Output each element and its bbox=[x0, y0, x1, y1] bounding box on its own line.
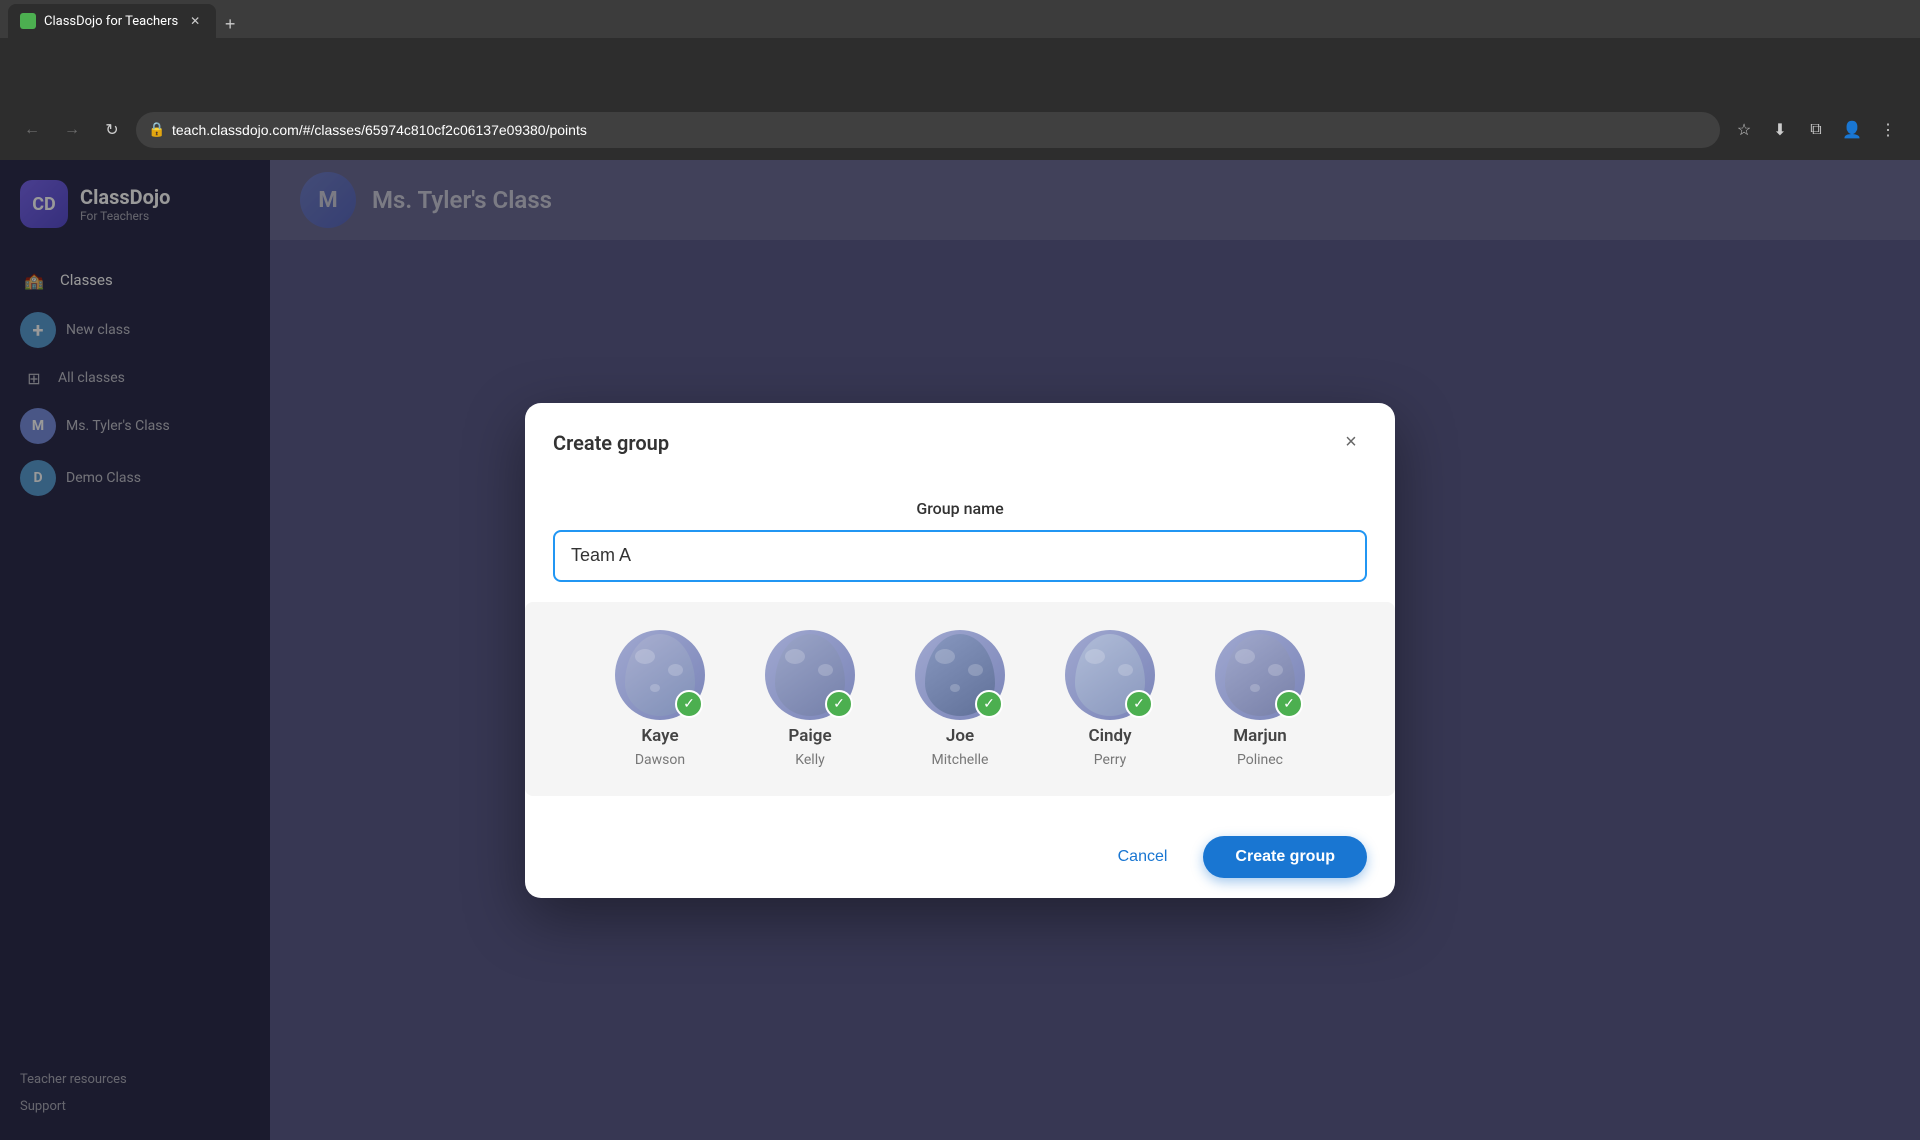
member-card-joe[interactable]: ✓ Joe Mitchelle bbox=[900, 630, 1020, 768]
marjun-avatar-container: ✓ bbox=[1215, 630, 1305, 720]
address-input[interactable] bbox=[136, 112, 1720, 148]
member-card-kaye[interactable]: ✓ Kaye Dawson bbox=[600, 630, 720, 768]
marjun-last-name: Polinec bbox=[1237, 752, 1283, 768]
cindy-first-name: Cindy bbox=[1088, 726, 1131, 746]
joe-check-badge: ✓ bbox=[975, 690, 1003, 718]
active-tab[interactable]: ClassDojo for Teachers ✕ bbox=[8, 4, 216, 38]
create-group-modal: Create group × Group name bbox=[525, 403, 1395, 898]
create-group-button[interactable]: Create group bbox=[1203, 836, 1367, 878]
page-background: CD ClassDojo For Teachers 🏫 Classes + Ne… bbox=[0, 160, 1920, 1140]
tab-favicon bbox=[20, 13, 36, 29]
cindy-last-name: Perry bbox=[1094, 752, 1126, 768]
address-bar-container: 🔒 bbox=[136, 112, 1720, 148]
menu-button[interactable]: ⋮ bbox=[1872, 114, 1904, 146]
paige-check-badge: ✓ bbox=[825, 690, 853, 718]
download-button[interactable]: ⬇ bbox=[1764, 114, 1796, 146]
kaye-avatar-container: ✓ bbox=[615, 630, 705, 720]
member-card-marjun[interactable]: ✓ Marjun Polinec bbox=[1200, 630, 1320, 768]
modal-overlay: Create group × Group name bbox=[0, 160, 1920, 1140]
cindy-check-badge: ✓ bbox=[1125, 690, 1153, 718]
member-card-cindy[interactable]: ✓ Cindy Perry bbox=[1050, 630, 1170, 768]
back-button[interactable]: ← bbox=[16, 114, 48, 146]
members-list: ✓ Kaye Dawson bbox=[545, 630, 1375, 768]
modal-title: Create group bbox=[553, 431, 669, 455]
group-name-input[interactable] bbox=[553, 530, 1367, 582]
kaye-last-name: Dawson bbox=[635, 752, 685, 768]
kaye-check-badge: ✓ bbox=[675, 690, 703, 718]
tab-bar: ClassDojo for Teachers ✕ + bbox=[0, 0, 1920, 38]
marjun-first-name: Marjun bbox=[1233, 726, 1286, 746]
nav-bar: ← → ↻ 🔒 ☆ ⬇ ⧉ 👤 ⋮ bbox=[0, 100, 1920, 160]
paige-last-name: Kelly bbox=[795, 752, 824, 768]
new-tab-button[interactable]: + bbox=[216, 10, 244, 38]
tab-title: ClassDojo for Teachers bbox=[44, 14, 178, 29]
browser-chrome: ClassDojo for Teachers ✕ + bbox=[0, 0, 1920, 100]
modal-body: Group name bbox=[525, 479, 1395, 816]
kaye-first-name: Kaye bbox=[641, 726, 678, 746]
marjun-check-badge: ✓ bbox=[1275, 690, 1303, 718]
nav-icons-right: ☆ ⬇ ⧉ 👤 ⋮ bbox=[1728, 114, 1904, 146]
extensions-button[interactable]: ⧉ bbox=[1800, 114, 1832, 146]
member-card-paige[interactable]: ✓ Paige Kelly bbox=[750, 630, 870, 768]
reload-button[interactable]: ↻ bbox=[96, 114, 128, 146]
modal-footer: Cancel Create group bbox=[525, 816, 1395, 898]
modal-header: Create group × bbox=[525, 403, 1395, 479]
joe-first-name: Joe bbox=[946, 726, 974, 746]
group-name-label: Group name bbox=[553, 499, 1367, 518]
joe-avatar-container: ✓ bbox=[915, 630, 1005, 720]
paige-avatar-container: ✓ bbox=[765, 630, 855, 720]
tab-close-button[interactable]: ✕ bbox=[186, 12, 204, 30]
members-section: ✓ Kaye Dawson bbox=[525, 602, 1395, 796]
paige-first-name: Paige bbox=[788, 726, 831, 746]
cancel-button[interactable]: Cancel bbox=[1098, 838, 1188, 876]
cindy-avatar-container: ✓ bbox=[1065, 630, 1155, 720]
forward-button[interactable]: → bbox=[56, 114, 88, 146]
joe-last-name: Mitchelle bbox=[932, 752, 989, 768]
modal-close-button[interactable]: × bbox=[1335, 427, 1367, 459]
lock-icon: 🔒 bbox=[148, 122, 165, 138]
bookmark-button[interactable]: ☆ bbox=[1728, 114, 1760, 146]
profile-button[interactable]: 👤 bbox=[1836, 114, 1868, 146]
